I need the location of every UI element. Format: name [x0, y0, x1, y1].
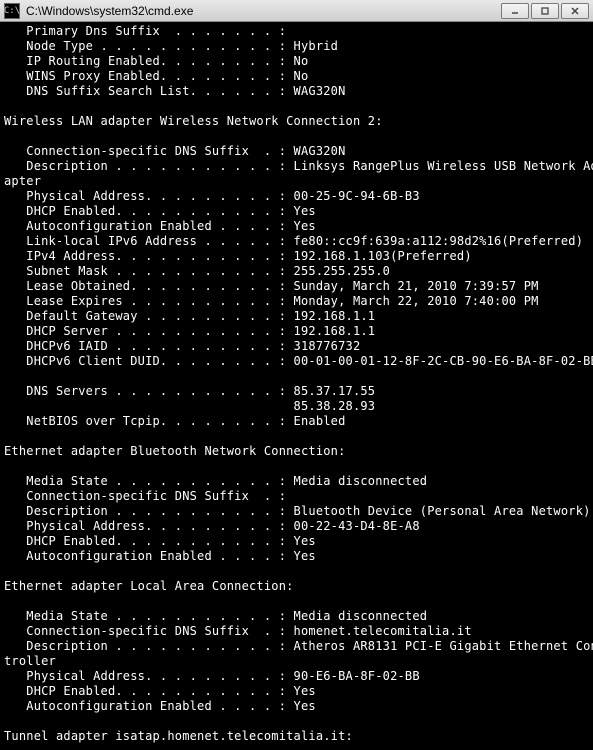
terminal-line: IPv4 Address. . . . . . . . . . . : 192.… [4, 249, 589, 264]
terminal-line: WINS Proxy Enabled. . . . . . . . : No [4, 69, 589, 84]
terminal-line: DHCP Enabled. . . . . . . . . . . : Yes [4, 204, 589, 219]
terminal-line [4, 714, 589, 729]
terminal-line: Lease Expires . . . . . . . . . . : Mond… [4, 294, 589, 309]
terminal-line: Description . . . . . . . . . . . : Athe… [4, 639, 589, 654]
terminal-line: Description . . . . . . . . . . . : Link… [4, 159, 589, 174]
terminal-line: DHCP Enabled. . . . . . . . . . . : Yes [4, 534, 589, 549]
window-controls [501, 3, 589, 19]
terminal-line: IP Routing Enabled. . . . . . . . : No [4, 54, 589, 69]
terminal-output[interactable]: Primary Dns Suffix . . . . . . . : Node … [0, 22, 593, 750]
terminal-line [4, 99, 589, 114]
terminal-line: Connection-specific DNS Suffix . : [4, 489, 589, 504]
terminal-line: Node Type . . . . . . . . . . . . : Hybr… [4, 39, 589, 54]
terminal-line [4, 564, 589, 579]
terminal-line: Autoconfiguration Enabled . . . . : Yes [4, 699, 589, 714]
terminal-line: Connection-specific DNS Suffix . : WAG32… [4, 144, 589, 159]
terminal-line: Primary Dns Suffix . . . . . . . : [4, 24, 589, 39]
maximize-button[interactable] [531, 3, 559, 19]
terminal-line: NetBIOS over Tcpip. . . . . . . . : Enab… [4, 414, 589, 429]
terminal-line: Description . . . . . . . . . . . : Blue… [4, 504, 589, 519]
terminal-line: Default Gateway . . . . . . . . . : 192.… [4, 309, 589, 324]
terminal-line: DHCP Enabled. . . . . . . . . . . : Yes [4, 684, 589, 699]
terminal-line [4, 594, 589, 609]
terminal-line: Autoconfiguration Enabled . . . . : Yes [4, 549, 589, 564]
terminal-line: Physical Address. . . . . . . . . : 90-E… [4, 669, 589, 684]
terminal-line [4, 129, 589, 144]
terminal-line: Tunnel adapter isatap.homenet.telecomita… [4, 729, 589, 744]
terminal-line: DNS Servers . . . . . . . . . . . : 85.3… [4, 384, 589, 399]
terminal-line [4, 744, 589, 750]
terminal-line: 85.38.28.93 [4, 399, 589, 414]
terminal-line: Lease Obtained. . . . . . . . . . : Sund… [4, 279, 589, 294]
minimize-button[interactable] [501, 3, 529, 19]
terminal-line: Media State . . . . . . . . . . . : Medi… [4, 609, 589, 624]
terminal-line: Wireless LAN adapter Wireless Network Co… [4, 114, 589, 129]
cmd-icon: C:\ [4, 3, 20, 19]
window-title: C:\Windows\system32\cmd.exe [26, 4, 501, 18]
terminal-line: DNS Suffix Search List. . . . . . : WAG3… [4, 84, 589, 99]
terminal-line: Physical Address. . . . . . . . . : 00-2… [4, 519, 589, 534]
terminal-line: troller [4, 654, 589, 669]
terminal-line: apter [4, 174, 589, 189]
terminal-line: Link-local IPv6 Address . . . . . : fe80… [4, 234, 589, 249]
terminal-line: DHCPv6 Client DUID. . . . . . . . : 00-0… [4, 354, 589, 369]
terminal-line [4, 369, 589, 384]
terminal-line [4, 429, 589, 444]
terminal-line [4, 459, 589, 474]
terminal-line: Autoconfiguration Enabled . . . . : Yes [4, 219, 589, 234]
close-button[interactable] [561, 3, 589, 19]
terminal-line: DHCPv6 IAID . . . . . . . . . . . : 3187… [4, 339, 589, 354]
terminal-line: DHCP Server . . . . . . . . . . . : 192.… [4, 324, 589, 339]
window-titlebar: C:\ C:\Windows\system32\cmd.exe [0, 0, 593, 22]
terminal-line: Physical Address. . . . . . . . . : 00-2… [4, 189, 589, 204]
terminal-line: Media State . . . . . . . . . . . : Medi… [4, 474, 589, 489]
terminal-line: Ethernet adapter Bluetooth Network Conne… [4, 444, 589, 459]
terminal-line: Subnet Mask . . . . . . . . . . . : 255.… [4, 264, 589, 279]
terminal-line: Connection-specific DNS Suffix . : homen… [4, 624, 589, 639]
terminal-line: Ethernet adapter Local Area Connection: [4, 579, 589, 594]
